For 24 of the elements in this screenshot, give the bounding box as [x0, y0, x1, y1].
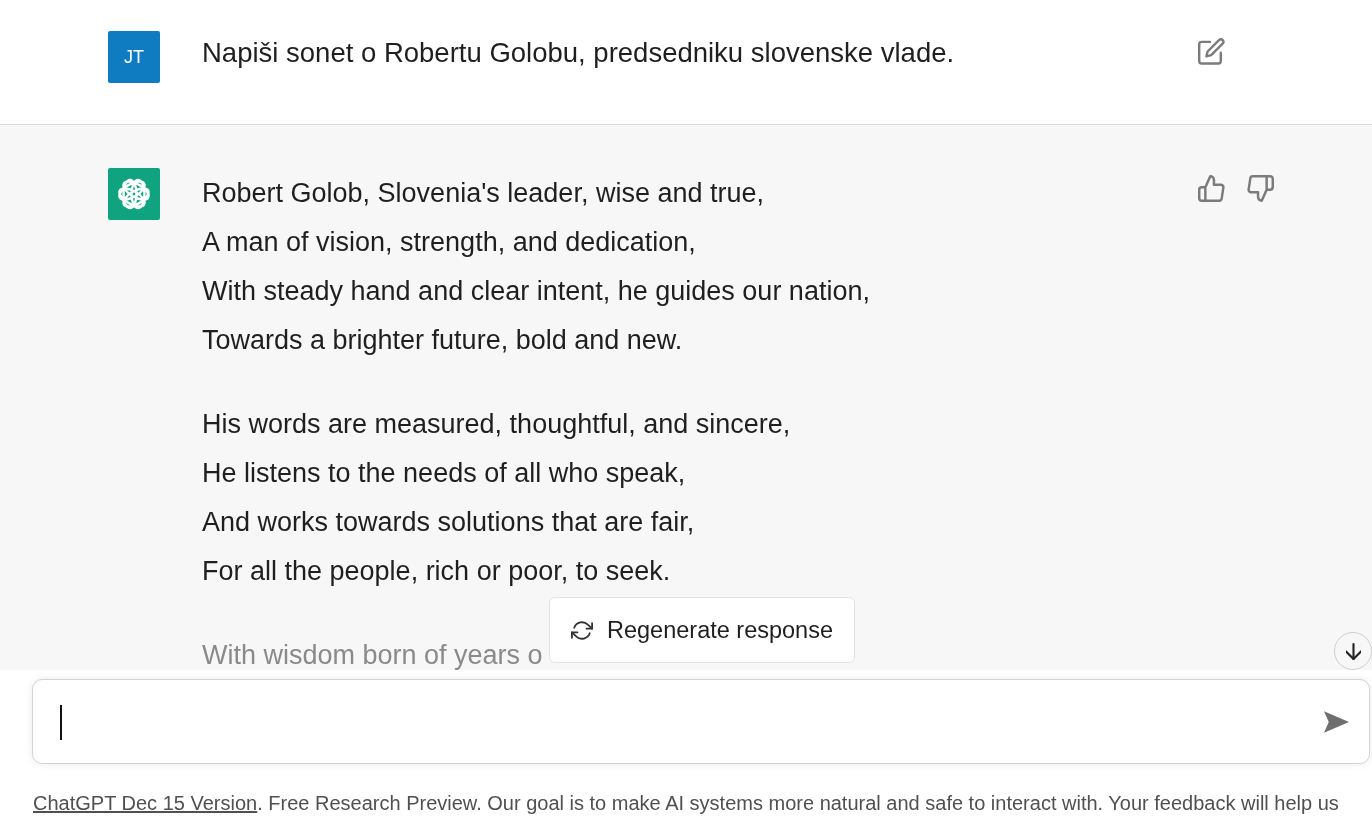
- text-cursor-icon: [60, 705, 62, 740]
- poem-line: Towards a brighter future, bold and new.: [202, 324, 683, 357]
- user-message: Napiši sonet o Robertu Golobu, predsedniku slovenske vlade.: [202, 36, 955, 70]
- edit-icon[interactable]: [1198, 38, 1225, 65]
- poem-line: He listens to the needs of all who speak,: [202, 457, 686, 490]
- poem-line: A man of vision, strength, and dedication,: [202, 226, 696, 259]
- footer-text: ChatGPT Dec 15 Version. Free Research Preview. Our goal is to make AI systems more natural and safe to interact with. Your feedback will help us: [33, 791, 1339, 816]
- thumbs-up-icon[interactable]: [1198, 175, 1225, 202]
- send-icon: [1324, 710, 1349, 733]
- poem-line: For all the people, rich or poor, to seek.: [202, 555, 671, 588]
- poem-line: Robert Golob, Slovenia's leader, wise and true,: [202, 177, 764, 210]
- poem-line: With steady hand and clear intent, he guides our nation,: [202, 275, 870, 308]
- poem-line: With wisdom born of years o: [202, 639, 543, 670]
- refresh-icon: [571, 620, 593, 640]
- message-input[interactable]: [32, 679, 1370, 764]
- knot-icon: [108, 168, 160, 220]
- regenerate-button[interactable]: Regenerate response: [549, 597, 855, 663]
- poem-line: His words are measured, thoughtful, and sincere,: [202, 408, 791, 441]
- user-avatar: JT: [108, 31, 160, 83]
- thumbs-down-icon[interactable]: [1247, 175, 1274, 202]
- arrow-down-icon: [1345, 642, 1361, 660]
- version-link[interactable]: ChatGPT Dec 15 Version: [33, 792, 258, 814]
- send-button[interactable]: [1324, 710, 1349, 733]
- poem-line: And works towards solutions that are fair,: [202, 506, 695, 539]
